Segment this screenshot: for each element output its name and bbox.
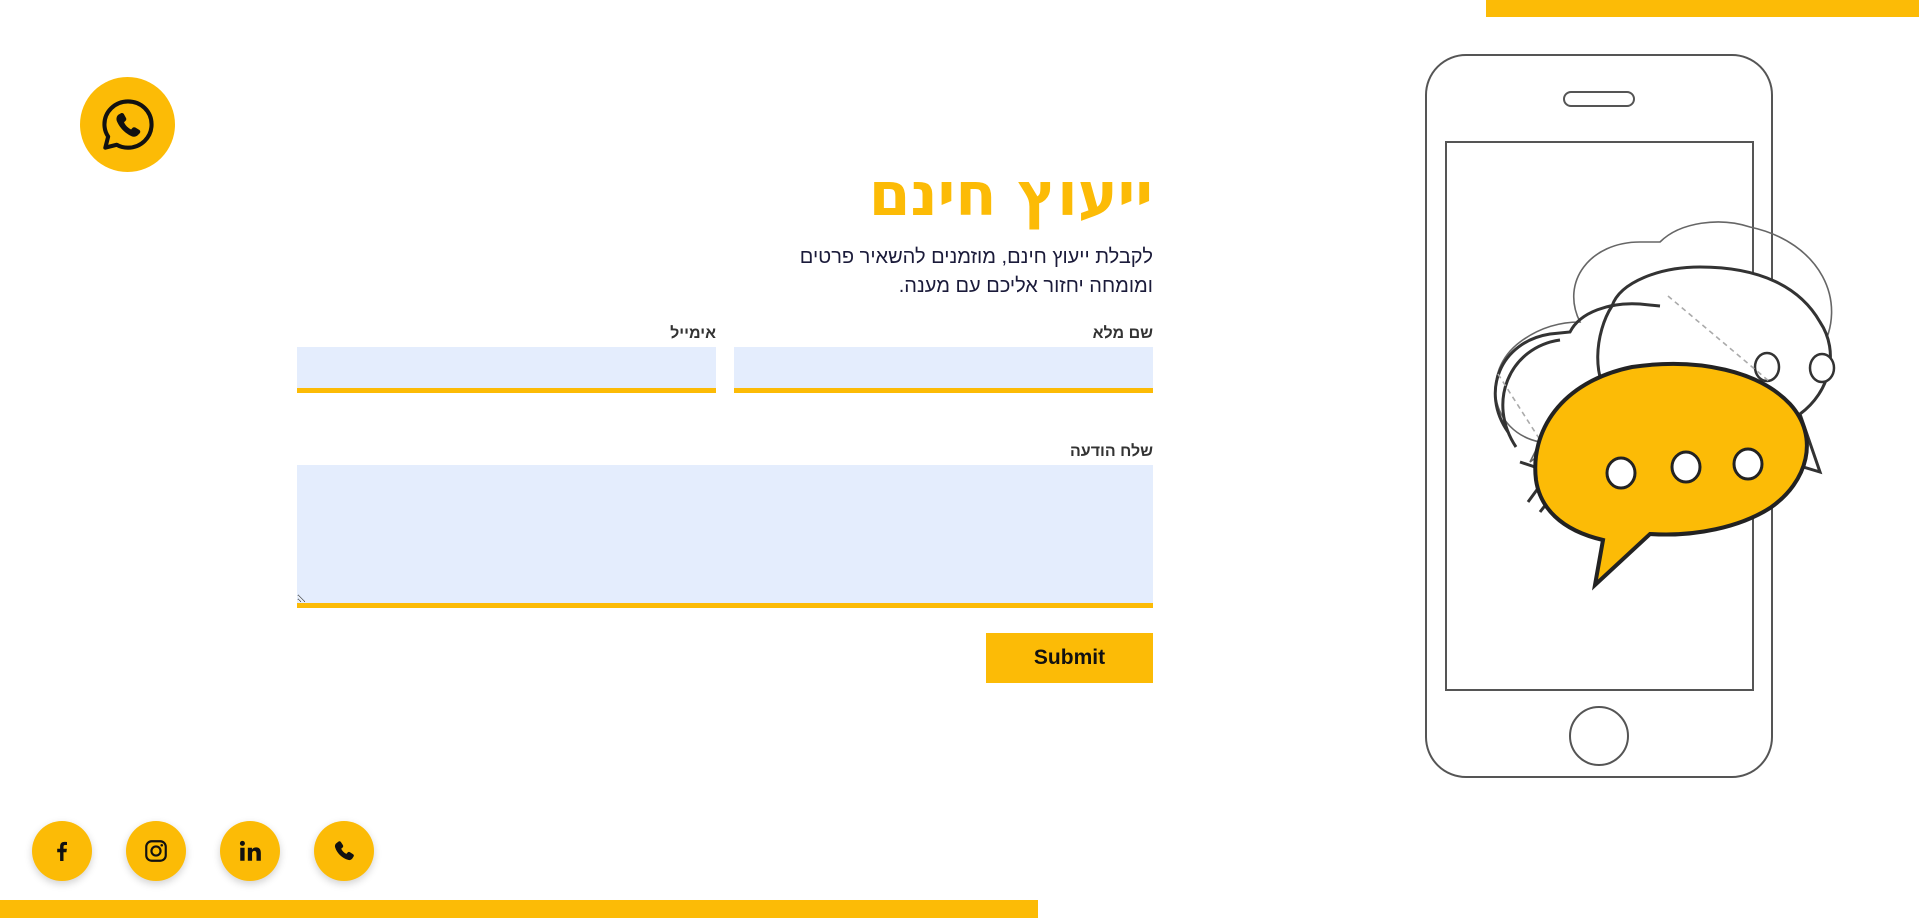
- whatsapp-button[interactable]: [80, 77, 175, 172]
- contact-form: ייעוץ חינם לקבלת ייעוץ חינם, מוזמנים להש…: [297, 150, 1153, 683]
- phone-button[interactable]: [314, 821, 374, 881]
- subtitle-line-1: לקבלת ייעוץ חינם, מוזמנים להשאיר פרטים: [799, 246, 1153, 268]
- page-subtitle: לקבלת ייעוץ חינם, מוזמנים להשאיר פרטים ו…: [297, 243, 1153, 301]
- message-field-group: שלח הודעה: [297, 443, 1153, 608]
- whatsapp-icon: [101, 98, 154, 150]
- name-label: שם מלא: [1092, 325, 1153, 342]
- instagram-button[interactable]: [126, 821, 186, 881]
- submit-button[interactable]: Submit: [986, 633, 1153, 683]
- bottom-accent-bar: [0, 900, 1038, 918]
- social-links: [32, 821, 374, 881]
- name-email-row: שם מלא אימייל: [297, 325, 1153, 393]
- phone-icon: [334, 841, 354, 861]
- facebook-button[interactable]: [32, 821, 92, 881]
- name-input[interactable]: [734, 347, 1153, 393]
- subtitle-line-2: ומומחה יחזור אליכם עם מענה.: [898, 275, 1153, 297]
- name-field-group: שם מלא: [734, 325, 1153, 393]
- email-field-group: אימייל: [297, 325, 716, 393]
- facebook-icon: [57, 841, 67, 861]
- linkedin-button[interactable]: [220, 821, 280, 881]
- page-title: ייעוץ חינם: [868, 160, 1153, 230]
- linkedin-icon: [239, 840, 261, 861]
- instagram-icon: [145, 840, 167, 862]
- phone-chat-illustration: [1425, 54, 1836, 778]
- email-label: אימייל: [670, 325, 716, 342]
- message-textarea[interactable]: [297, 465, 1153, 608]
- email-input[interactable]: [297, 347, 716, 393]
- message-label: שלח הודעה: [1069, 443, 1153, 460]
- top-accent-bar: [1486, 0, 1919, 17]
